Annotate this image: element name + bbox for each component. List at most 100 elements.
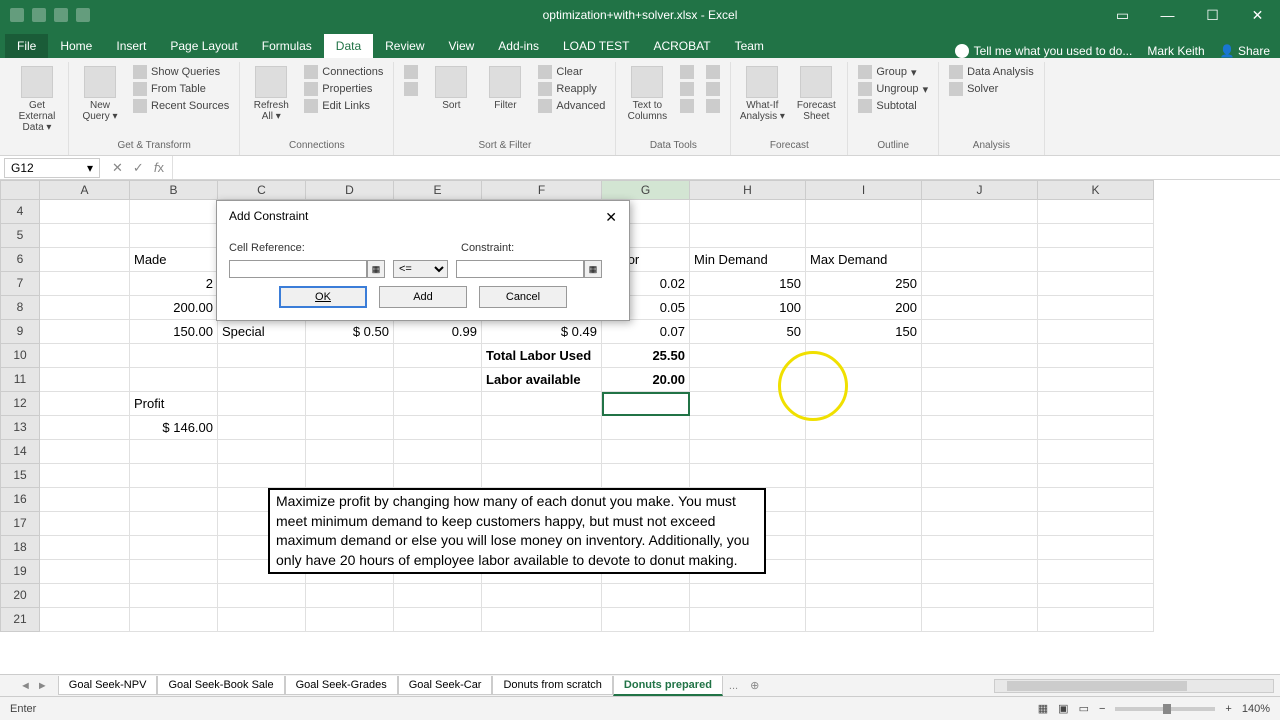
group-button[interactable]: Group ▾: [854, 64, 932, 80]
cell[interactable]: [394, 368, 482, 392]
cell[interactable]: [922, 536, 1038, 560]
cell[interactable]: [40, 344, 130, 368]
cell[interactable]: Special: [218, 320, 306, 344]
cell[interactable]: [130, 464, 218, 488]
properties-button[interactable]: Properties: [300, 81, 387, 97]
ribbon-options-icon[interactable]: ▭: [1100, 0, 1145, 30]
sort-za-button[interactable]: [400, 81, 422, 97]
select-all-corner[interactable]: [0, 180, 40, 200]
row-header[interactable]: 12: [0, 392, 40, 416]
cell[interactable]: [40, 512, 130, 536]
cell[interactable]: [218, 368, 306, 392]
cell[interactable]: [1038, 368, 1154, 392]
range-picker-icon[interactable]: ▦: [367, 260, 385, 278]
cell[interactable]: [922, 440, 1038, 464]
cell[interactable]: [806, 416, 922, 440]
cell[interactable]: [1038, 440, 1154, 464]
name-box[interactable]: G12▾: [4, 158, 100, 178]
cell[interactable]: [130, 200, 218, 224]
cell[interactable]: [130, 560, 218, 584]
row-header[interactable]: 13: [0, 416, 40, 440]
cell[interactable]: [40, 248, 130, 272]
cell[interactable]: 150.00: [130, 320, 218, 344]
cell[interactable]: [40, 368, 130, 392]
flash-fill-button[interactable]: [676, 64, 698, 80]
column-header[interactable]: F: [482, 180, 602, 200]
accept-formula-icon[interactable]: ✓: [133, 160, 144, 176]
cell[interactable]: [922, 344, 1038, 368]
dialog-close-button[interactable]: ✕: [605, 209, 617, 226]
cell[interactable]: $ 146.00: [130, 416, 218, 440]
text-to-columns-button[interactable]: Text to Columns: [622, 64, 672, 124]
row-header[interactable]: 14: [0, 440, 40, 464]
undo-icon[interactable]: [32, 8, 46, 22]
cell[interactable]: [40, 440, 130, 464]
cell[interactable]: [602, 584, 690, 608]
cell[interactable]: 25.50: [602, 344, 690, 368]
cell[interactable]: [690, 392, 806, 416]
row-header[interactable]: 9: [0, 320, 40, 344]
row-header[interactable]: 4: [0, 200, 40, 224]
tab-load-test[interactable]: LOAD TEST: [551, 34, 641, 58]
range-picker-icon[interactable]: ▦: [584, 260, 602, 278]
new-query-button[interactable]: New Query ▾: [75, 64, 125, 124]
redo-icon[interactable]: [54, 8, 68, 22]
column-header[interactable]: B: [130, 180, 218, 200]
cancel-button[interactable]: Cancel: [479, 286, 567, 308]
maximize-button[interactable]: ☐: [1190, 0, 1235, 30]
cell[interactable]: [306, 608, 394, 632]
cell[interactable]: 150: [690, 272, 806, 296]
tab-data[interactable]: Data: [324, 34, 373, 58]
add-button[interactable]: Add: [379, 286, 467, 308]
cell[interactable]: [922, 272, 1038, 296]
cell[interactable]: 100: [690, 296, 806, 320]
tab-home[interactable]: Home: [48, 34, 104, 58]
cell[interactable]: Made: [130, 248, 218, 272]
cell[interactable]: [130, 512, 218, 536]
cell[interactable]: [306, 344, 394, 368]
cell[interactable]: [306, 416, 394, 440]
cell[interactable]: [690, 368, 806, 392]
recent-sources-button[interactable]: Recent Sources: [129, 98, 233, 114]
cell[interactable]: [922, 464, 1038, 488]
cell[interactable]: [1038, 344, 1154, 368]
zoom-in-button[interactable]: +: [1225, 703, 1231, 715]
cell[interactable]: Profit: [130, 392, 218, 416]
from-table-button[interactable]: From Table: [129, 81, 233, 97]
instruction-textbox[interactable]: Maximize profit by changing how many of …: [268, 488, 766, 574]
connections-button[interactable]: Connections: [300, 64, 387, 80]
forecast-sheet-button[interactable]: Forecast Sheet: [791, 64, 841, 124]
cell[interactable]: [922, 296, 1038, 320]
ungroup-button[interactable]: Ungroup ▾: [854, 81, 932, 97]
sheet-tab[interactable]: Goal Seek-Car: [398, 676, 493, 695]
cell[interactable]: [806, 584, 922, 608]
tab-view[interactable]: View: [437, 34, 487, 58]
cell[interactable]: [130, 488, 218, 512]
sort-az-button[interactable]: [400, 64, 422, 80]
tab-formulas[interactable]: Formulas: [250, 34, 324, 58]
row-header[interactable]: 6: [0, 248, 40, 272]
cell[interactable]: [40, 560, 130, 584]
column-header[interactable]: E: [394, 180, 482, 200]
cell[interactable]: [482, 392, 602, 416]
cell[interactable]: [306, 392, 394, 416]
cell[interactable]: [40, 296, 130, 320]
operator-select[interactable]: <=: [393, 260, 448, 278]
zoom-out-button[interactable]: −: [1099, 703, 1105, 715]
cell[interactable]: [602, 416, 690, 440]
sort-button[interactable]: Sort: [426, 64, 476, 113]
row-header[interactable]: 10: [0, 344, 40, 368]
relationships-button[interactable]: [702, 81, 724, 97]
filter-button[interactable]: Filter: [480, 64, 530, 113]
cell[interactable]: [130, 584, 218, 608]
tell-me-search[interactable]: Tell me what you used to do...: [955, 44, 1133, 58]
cell[interactable]: [690, 608, 806, 632]
cell[interactable]: [690, 224, 806, 248]
data-validation-button[interactable]: [676, 98, 698, 114]
cell[interactable]: [394, 584, 482, 608]
edit-links-button[interactable]: Edit Links: [300, 98, 387, 114]
cell[interactable]: Labor available: [482, 368, 602, 392]
cell[interactable]: 200.00: [130, 296, 218, 320]
sheet-tab[interactable]: Goal Seek-Grades: [285, 676, 398, 695]
tab-team[interactable]: Team: [723, 34, 776, 58]
